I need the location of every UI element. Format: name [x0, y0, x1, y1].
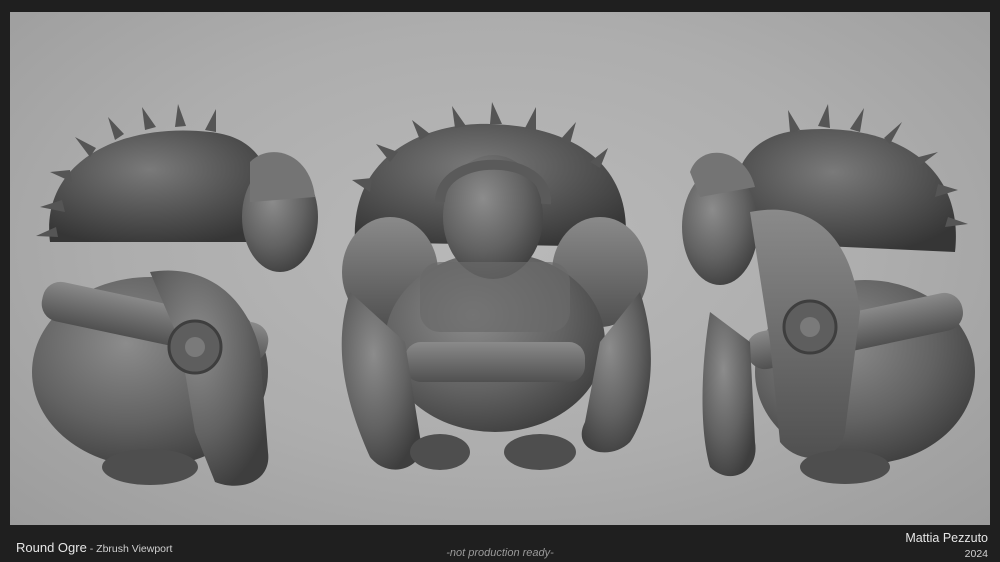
- year-label: 2024: [964, 548, 988, 560]
- ogre-side-view-right: [682, 104, 975, 484]
- artist-credit-block: Mattia Pezzuto 2024: [905, 530, 988, 562]
- ogre-sculpt-render: [32, 102, 975, 486]
- ogre-front-view: [341, 102, 651, 470]
- zbrush-viewport: [10, 12, 990, 525]
- artist-name: Mattia Pezzuto: [905, 531, 988, 545]
- presentation-frame: Round Ogre - Zbrush Viewport -not produc…: [0, 0, 1000, 562]
- production-note: -not production ready-: [446, 547, 554, 559]
- ogre-side-view-left: [32, 104, 318, 486]
